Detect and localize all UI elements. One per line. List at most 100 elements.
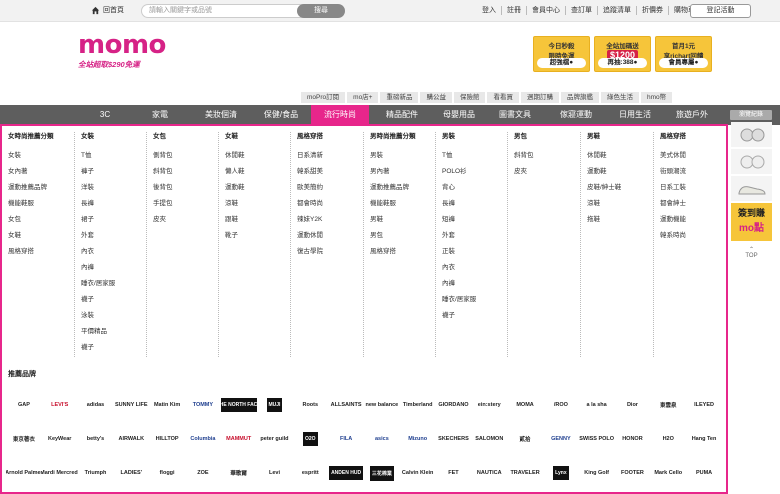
brand-logo[interactable]: O2O xyxy=(292,422,328,456)
brand-logo[interactable]: GAP xyxy=(6,388,42,422)
category-link[interactable]: 短褲 xyxy=(436,215,505,231)
brand-logo[interactable]: AIRWALK xyxy=(113,422,149,456)
brand-logo[interactable]: 三花棉業 xyxy=(364,456,400,490)
brand-logo[interactable]: Arnold Palmer xyxy=(6,456,42,490)
brand-logo[interactable]: Triumph xyxy=(78,456,114,490)
category-link[interactable]: 機能鞋服 xyxy=(364,199,433,215)
category-column-header[interactable]: 風格穿搭 xyxy=(291,132,360,142)
brand-logo[interactable]: 華歌爾 xyxy=(221,456,257,490)
brand-logo[interactable]: Calvin Klein xyxy=(400,456,436,490)
member-center-link[interactable]: 會員中心 xyxy=(526,6,565,15)
brand-logo[interactable]: Lynx xyxy=(543,456,579,490)
search-button[interactable]: 搜尋 xyxy=(297,4,345,18)
brand-logo[interactable]: SWISS POLO xyxy=(579,422,615,456)
category-link[interactable]: 內褲 xyxy=(75,263,144,279)
brand-logo[interactable]: ILEYED xyxy=(686,388,722,422)
category-link[interactable]: 長褲 xyxy=(436,199,505,215)
category-link[interactable]: 手提包 xyxy=(147,199,216,215)
nav-baby[interactable]: 母嬰用品 xyxy=(431,105,487,125)
category-link[interactable]: 街頭潮流 xyxy=(654,167,723,183)
recent-product-thumb[interactable] xyxy=(731,176,772,201)
checkin-ad[interactable]: 簽到賺 mo點 xyxy=(731,203,772,241)
category-link[interactable]: 男鞋 xyxy=(364,215,433,231)
brand-logo[interactable]: PUMA xyxy=(686,456,722,490)
category-link[interactable]: 涼鞋 xyxy=(219,199,288,215)
brand-logo[interactable]: LEVI'S xyxy=(42,388,78,422)
subnav-item[interactable]: hmo幣 xyxy=(639,91,674,104)
brand-logo[interactable]: SKECHERS xyxy=(436,422,472,456)
brand-logo[interactable]: NAUTICA xyxy=(471,456,507,490)
brand-logo[interactable]: 東雲泉 xyxy=(650,388,686,422)
momo-logo[interactable]: momo 全站超取$290免運 xyxy=(78,32,188,70)
category-link[interactable]: 美式休閒 xyxy=(654,151,723,167)
category-link[interactable]: 靴子 xyxy=(219,231,288,247)
brand-logo[interactable]: floggi xyxy=(149,456,185,490)
login-link[interactable]: 登入 xyxy=(477,6,501,15)
brand-logo[interactable]: King Golf xyxy=(579,456,615,490)
brand-logo[interactable]: betty's xyxy=(78,422,114,456)
category-link[interactable]: 褲子 xyxy=(75,167,144,183)
category-link[interactable]: 涼鞋 xyxy=(581,199,650,215)
brand-logo[interactable]: HONOR xyxy=(615,422,651,456)
category-link[interactable]: 背心 xyxy=(436,183,505,199)
category-link[interactable]: 跟鞋 xyxy=(219,215,288,231)
brand-logo[interactable]: Matin Kim xyxy=(149,388,185,422)
category-link[interactable]: POLO衫 xyxy=(436,167,505,183)
brand-logo[interactable]: Roots xyxy=(292,388,328,422)
brand-logo[interactable]: 貳拾 xyxy=(507,422,543,456)
nav-fashion[interactable]: 流行時尚 xyxy=(311,105,369,125)
register-link[interactable]: 註冊 xyxy=(501,6,526,15)
category-column-header[interactable]: 男鞋 xyxy=(581,132,650,142)
brand-logo[interactable]: LADIES' xyxy=(113,456,149,490)
brand-logo[interactable]: SALOMON xyxy=(471,422,507,456)
brand-logo[interactable]: TOMMY xyxy=(185,388,221,422)
category-link[interactable]: 睡衣/居家服 xyxy=(75,279,144,295)
category-link[interactable]: 女內著 xyxy=(2,167,72,183)
category-link[interactable]: 內褲 xyxy=(436,279,505,295)
category-link[interactable]: 歐美簡約 xyxy=(291,183,360,199)
brand-logo[interactable]: Hang Ten xyxy=(686,422,722,456)
brand-logo[interactable]: H2O xyxy=(650,422,686,456)
brand-logo[interactable]: Columbia xyxy=(185,422,221,456)
brand-logo[interactable]: MOMA xyxy=(507,388,543,422)
nav-books[interactable]: 圖書文具 xyxy=(487,105,543,125)
subnav-item[interactable]: 週期訂購 xyxy=(519,91,560,104)
category-column-header[interactable]: 女包 xyxy=(147,132,216,142)
category-link[interactable]: 復古學院 xyxy=(291,247,360,263)
subnav-item[interactable]: moPro訂閱 xyxy=(300,91,347,104)
category-link[interactable]: 韓系甜美 xyxy=(291,167,360,183)
order-query-link[interactable]: 查訂單 xyxy=(565,6,597,15)
brand-logo[interactable]: FET xyxy=(436,456,472,490)
brand-logo[interactable]: TRAVELER xyxy=(507,456,543,490)
category-link[interactable]: 皮夾 xyxy=(508,167,577,183)
category-link[interactable]: 男裝 xyxy=(364,151,433,167)
nav-luxury[interactable]: 精品配件 xyxy=(373,105,431,125)
brand-logo[interactable]: HILLTOP xyxy=(149,422,185,456)
category-link[interactable]: 襪子 xyxy=(75,295,144,311)
brand-logo[interactable]: ZOE xyxy=(185,456,221,490)
category-link[interactable]: 洋裝 xyxy=(75,183,144,199)
category-link[interactable]: 斜背包 xyxy=(147,167,216,183)
brand-logo[interactable]: 東京著衣 xyxy=(6,422,42,456)
brand-logo[interactable]: espritt xyxy=(292,456,328,490)
brand-logo[interactable]: Mardi Mercredi xyxy=(42,456,78,490)
category-link[interactable]: 斜背包 xyxy=(508,151,577,167)
subnav-item[interactable]: 綠色生活 xyxy=(599,91,640,104)
category-link[interactable]: 都會時尚 xyxy=(291,199,360,215)
subnav-item[interactable]: mo店+ xyxy=(346,91,380,104)
brand-logo[interactable]: GENNY xyxy=(543,422,579,456)
brand-logo[interactable]: new balance xyxy=(364,388,400,422)
brand-logo[interactable]: SUNNY LIFE xyxy=(113,388,149,422)
category-link[interactable]: 運動休閒 xyxy=(291,231,360,247)
category-column-header[interactable]: 女時尚推薦分類 xyxy=(2,132,72,142)
subnav-item[interactable]: 購公益 xyxy=(419,91,453,104)
category-link[interactable]: 男內著 xyxy=(364,167,433,183)
category-link[interactable]: 休閒鞋 xyxy=(219,151,288,167)
category-link[interactable]: 皮夾 xyxy=(147,215,216,231)
brand-logo[interactable]: FILA xyxy=(328,422,364,456)
brand-logo[interactable]: MAMMUT xyxy=(221,422,257,456)
nav-daily[interactable]: 日用生活 xyxy=(607,105,663,125)
brand-logo[interactable]: ALLSAINTS xyxy=(328,388,364,422)
search-input[interactable]: 請輸入關鍵字或品號 xyxy=(141,4,305,18)
category-link[interactable]: 襪子 xyxy=(436,311,505,327)
